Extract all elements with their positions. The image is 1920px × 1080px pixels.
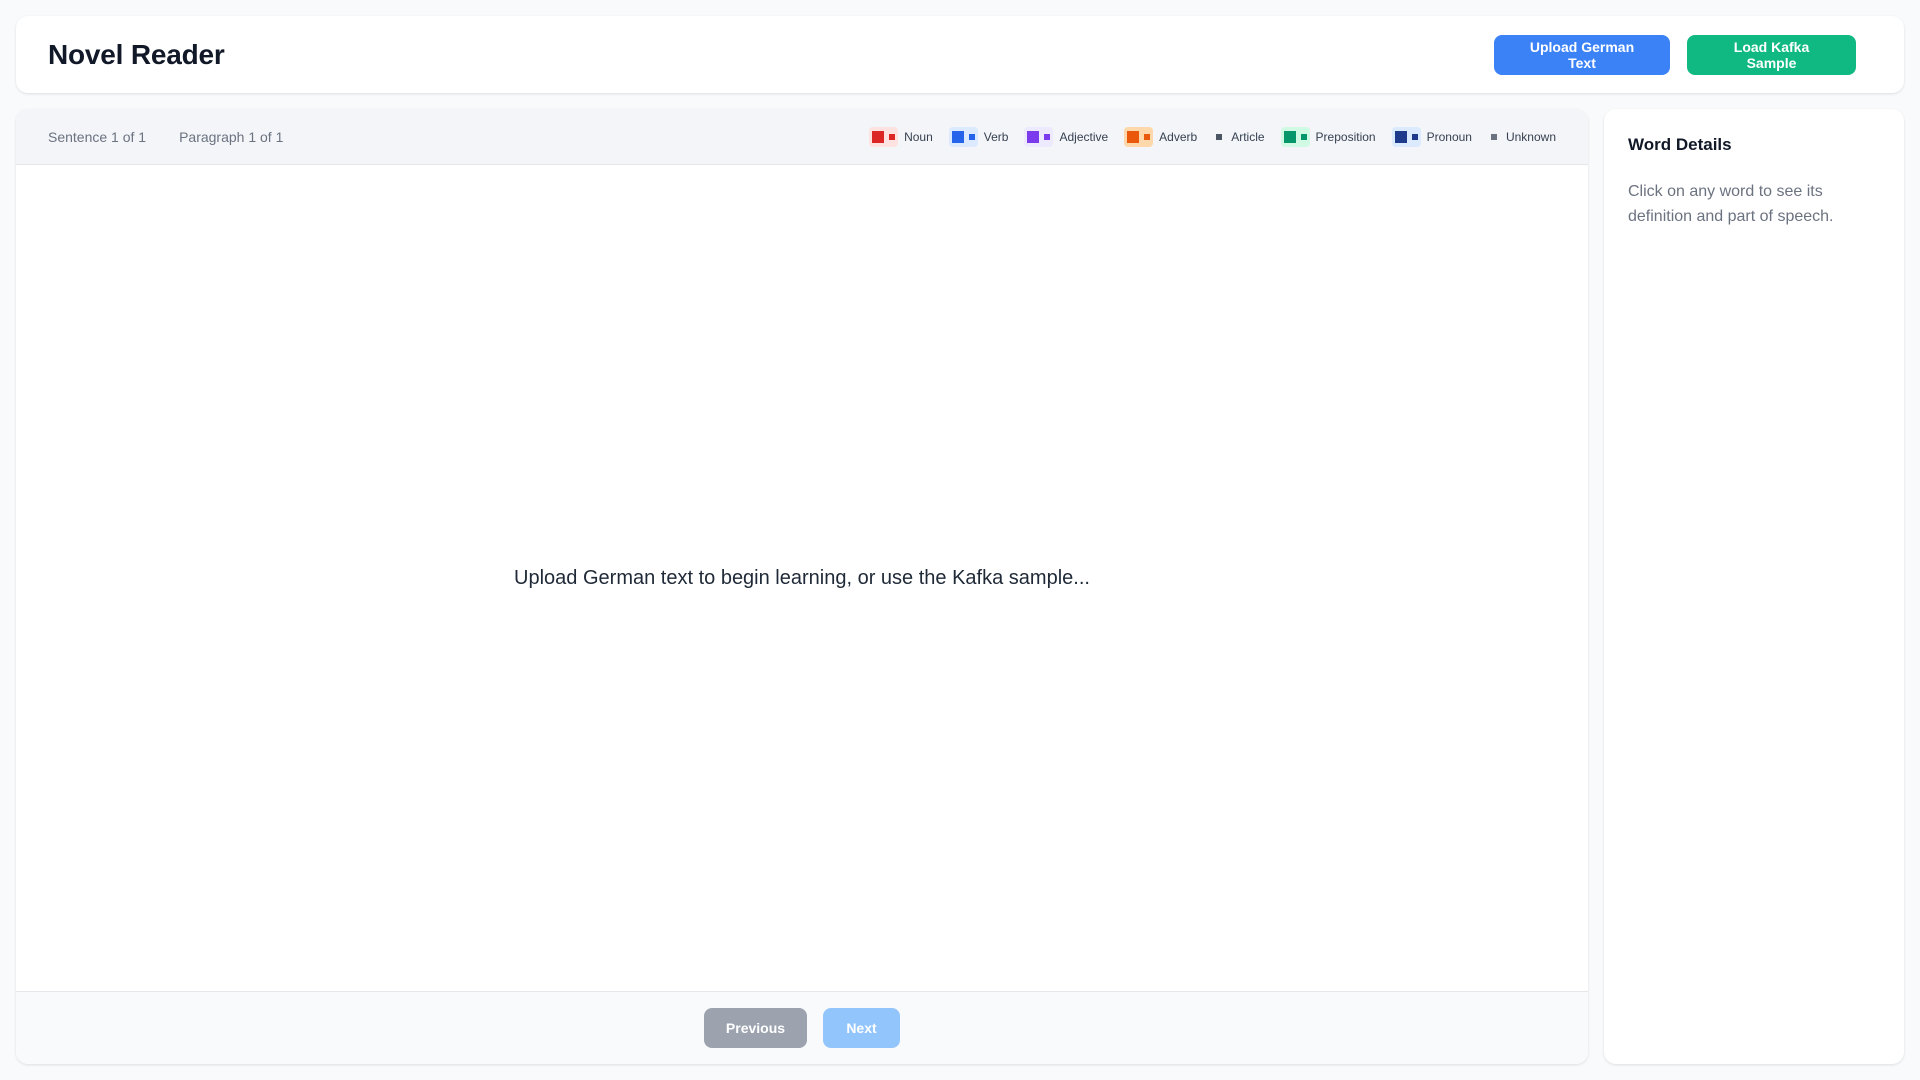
empty-state-message: Upload German text to begin learning, or… <box>514 566 1090 589</box>
previous-button[interactable]: Previous <box>704 1008 807 1048</box>
legend-label: Verb <box>983 129 1009 144</box>
word-details-panel: Word Details Click on any word to see it… <box>1604 109 1904 1064</box>
legend-item-article: Article <box>1213 127 1265 147</box>
verb-swatch-icon <box>948 126 978 147</box>
legend-label: Adverb <box>1159 129 1198 144</box>
reader-toolbar: Sentence 1 of 1 Paragraph 1 of 1 Noun Ver… <box>16 109 1588 165</box>
next-button[interactable]: Next <box>823 1008 900 1048</box>
navigation-bar: Previous Next <box>16 991 1588 1064</box>
legend-item-adjective: Adjective <box>1024 126 1109 147</box>
part-of-speech-legend: Noun Verb Adjective Adverb Article Prepositio… <box>869 126 1556 147</box>
load-kafka-sample-button[interactable]: Load Kafka Sample <box>1687 34 1856 75</box>
preposition-swatch-icon <box>1280 126 1310 147</box>
reader-panel: Sentence 1 of 1 Paragraph 1 of 1 Noun Ver… <box>16 109 1588 1064</box>
legend-item-adverb: Adverb <box>1124 126 1198 147</box>
legend-label: Preposition <box>1315 129 1376 144</box>
legend-item-pronoun: Pronoun <box>1391 126 1472 147</box>
progress-indicator: Sentence 1 of 1 Paragraph 1 of 1 <box>48 129 283 145</box>
legend-item-noun: Noun <box>869 126 933 147</box>
legend-label: Pronoun <box>1426 129 1472 144</box>
adverb-swatch-icon <box>1124 126 1154 147</box>
legend-item-unknown: Unknown <box>1488 127 1556 147</box>
legend-label: Noun <box>904 129 933 144</box>
app-title: Novel Reader <box>48 38 225 70</box>
word-details-hint: Click on any word to see its definition … <box>1628 183 1834 225</box>
header-actions: Upload German Text Load Kafka Sample <box>1494 34 1856 75</box>
unknown-swatch-icon <box>1488 127 1500 147</box>
legend-item-preposition: Preposition <box>1280 126 1376 147</box>
pronoun-swatch-icon <box>1391 126 1421 147</box>
noun-swatch-icon <box>869 126 899 147</box>
article-swatch-icon <box>1213 127 1225 147</box>
legend-item-verb: Verb <box>948 126 1009 147</box>
adjective-swatch-icon <box>1024 126 1054 147</box>
paragraph-progress: Paragraph 1 of 1 <box>179 128 284 145</box>
word-details-title: Word Details <box>1628 135 1732 154</box>
upload-german-text-button[interactable]: Upload German Text <box>1494 34 1670 75</box>
legend-label: Adjective <box>1059 129 1109 144</box>
app-header: Novel Reader Upload German Text Load Kaf… <box>16 16 1904 93</box>
legend-label: Unknown <box>1505 129 1556 144</box>
sentence-progress: Sentence 1 of 1 <box>48 128 147 145</box>
reading-area[interactable]: Upload German text to begin learning, or… <box>16 165 1588 991</box>
legend-label: Article <box>1231 129 1265 144</box>
